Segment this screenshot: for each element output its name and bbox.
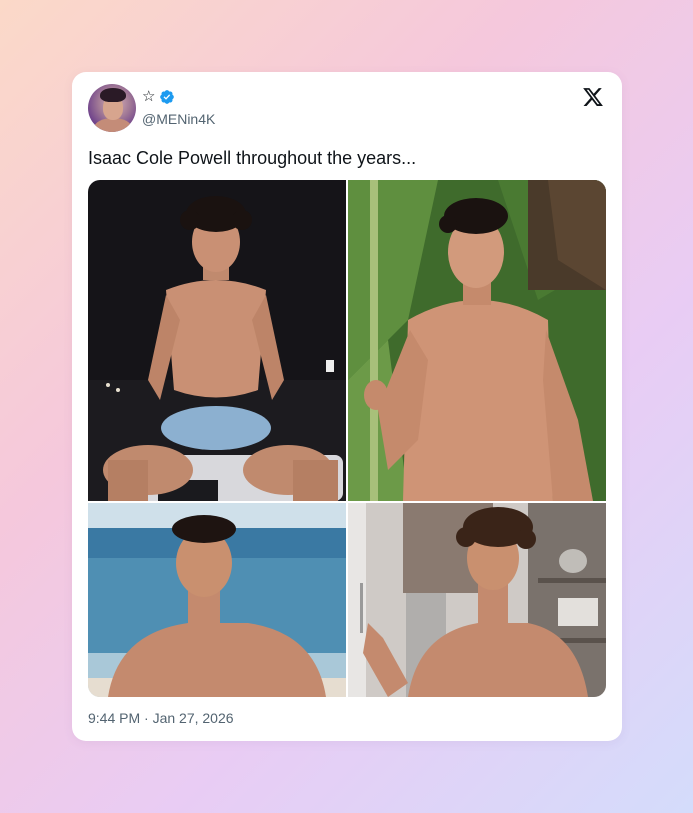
photo-2[interactable]: [348, 180, 606, 501]
tweet-timestamp[interactable]: 9:44 PM · Jan 27, 2026: [88, 709, 234, 727]
photo-1[interactable]: [88, 180, 346, 501]
author-handle[interactable]: @MENin4K: [142, 110, 215, 128]
tweet-card: ☆ @MENin4K Isaac Cole Powell throughout …: [72, 72, 622, 741]
x-logo-icon[interactable]: [582, 86, 604, 108]
profile-avatar[interactable]: [88, 84, 136, 132]
verified-badge-icon: [160, 90, 175, 104]
photo-4[interactable]: [348, 503, 606, 697]
author-name-row: ☆: [142, 88, 175, 106]
media-grid[interactable]: [88, 180, 606, 697]
display-name[interactable]: ☆: [142, 88, 155, 106]
photo-3[interactable]: [88, 503, 346, 697]
tweet-text: Isaac Cole Powell throughout the years..…: [88, 148, 417, 168]
